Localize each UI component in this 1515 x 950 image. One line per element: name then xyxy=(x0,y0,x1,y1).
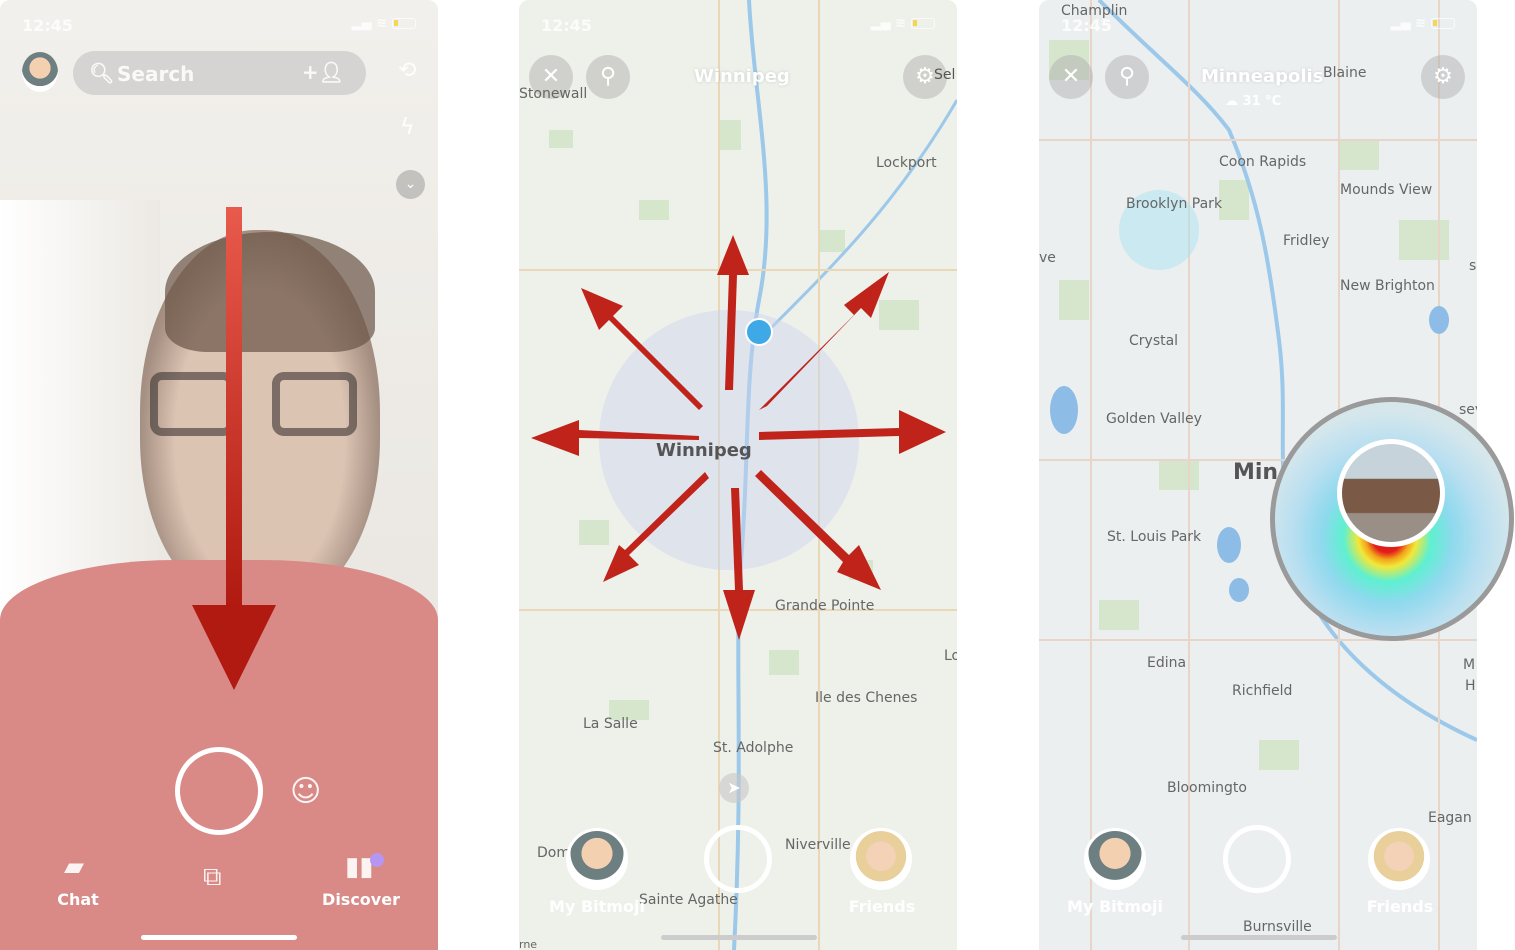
map-label-blaine: Blaine xyxy=(1323,65,1367,81)
settings-gear-icon[interactable]: ⚙ xyxy=(1421,55,1465,99)
map-label-rne: rne xyxy=(519,938,538,950)
close-button[interactable]: ✕ xyxy=(1049,55,1093,99)
map-label-sainte-agathe: Sainte Agathe xyxy=(639,892,738,908)
map-label-partial: Sel xyxy=(934,67,956,83)
status-bar: 12:45 ▂▄ ≋ xyxy=(1061,16,1455,38)
map-title: Minneapolis xyxy=(1201,66,1324,87)
map-label-h: H xyxy=(1465,678,1476,694)
search-icon[interactable]: ⚲ xyxy=(1105,55,1149,99)
my-bitmoji-button[interactable] xyxy=(1084,828,1146,890)
chat-icon[interactable]: ▰ xyxy=(64,852,84,882)
map-label-fridley: Fridley xyxy=(1283,233,1330,249)
map-label-crystal: Crystal xyxy=(1129,333,1179,349)
nav-discover[interactable]: Discover xyxy=(318,890,404,909)
map-label-golden-valley: Golden Valley xyxy=(1106,411,1202,427)
status-icons: ▂▄ ≋ xyxy=(1391,16,1455,31)
map-label-winnipeg: Winnipeg xyxy=(656,440,752,461)
map-label-lo: Lo xyxy=(944,648,957,664)
memories-icon[interactable]: ⧉ xyxy=(203,862,222,893)
friends-button[interactable] xyxy=(1368,828,1430,890)
map-label-eagan: Eagan xyxy=(1428,810,1472,826)
map-label-st-adolphe: St. Adolphe xyxy=(713,740,794,756)
map-label-coon-rapids: Coon Rapids xyxy=(1219,154,1307,170)
capture-button[interactable] xyxy=(704,825,772,893)
map-label-edina: Edina xyxy=(1147,655,1187,671)
camera-screen: 12:45 ▂▄ ≋ 🔍︎ Search +👤︎ ⟲ ϟ ⌄ ☺ ▰ Chat … xyxy=(0,0,438,950)
my-bitmoji-label[interactable]: My Bitmoji xyxy=(1063,897,1167,916)
map-label-richfield: Richfield xyxy=(1232,683,1293,699)
map-label-m: M xyxy=(1463,657,1476,673)
map-label-mounds-view: Mounds View xyxy=(1340,182,1433,198)
home-indicator xyxy=(141,935,297,940)
status-icons: ▂▄ ≋ xyxy=(871,16,935,31)
map-label-bloomington: Bloomingto xyxy=(1167,780,1247,796)
map-label-minneapolis: Min xyxy=(1233,460,1279,485)
search-icon[interactable]: ⚲ xyxy=(586,55,630,99)
lens-smiley-icon[interactable]: ☺ xyxy=(290,774,321,809)
map-label-champlin: Champlin xyxy=(1061,3,1128,19)
battery-icon xyxy=(911,18,935,29)
status-bar: 12:45 ▂▄ ≋ xyxy=(541,16,935,38)
map-label-la-salle: La Salle xyxy=(583,716,638,732)
capture-button[interactable] xyxy=(1223,825,1291,893)
map-label-ve: ve xyxy=(1039,250,1056,266)
discover-badge xyxy=(370,853,384,867)
snap-map-winnipeg[interactable]: 12:45 ▂▄ ≋ ✕ ⚲ Winnipeg ⚙ Sel Stonewall … xyxy=(519,0,957,950)
home-indicator xyxy=(1181,935,1337,940)
friends-label[interactable]: Friends xyxy=(1355,897,1445,916)
map-label-new-brighton: New Brighton xyxy=(1340,278,1435,294)
map-label-stonewall: Stonewall xyxy=(519,86,588,102)
status-time: 12:45 xyxy=(541,16,592,35)
story-thumbnail[interactable] xyxy=(1337,439,1445,547)
friend-location-pin[interactable] xyxy=(745,318,773,346)
weather: ☁ 31 °C xyxy=(1225,94,1281,109)
map-title: Winnipeg xyxy=(694,66,790,87)
cloud-icon: ☁ xyxy=(1225,94,1238,109)
friends-label[interactable]: Friends xyxy=(837,897,927,916)
nav-chat[interactable]: Chat xyxy=(50,890,106,909)
my-bitmoji-button[interactable] xyxy=(566,828,628,890)
map-label-grande-pointe: Grande Pointe xyxy=(775,598,875,614)
map-label-lockport: Lockport xyxy=(876,155,937,171)
discover-icon[interactable]: ▮▮ xyxy=(345,852,374,882)
map-label-sev: sev xyxy=(1459,402,1477,418)
map-canvas-winnipeg[interactable] xyxy=(519,0,957,950)
map-label-s: s xyxy=(1469,258,1477,274)
my-bitmoji-label[interactable]: My Bitmoji xyxy=(545,897,649,916)
map-label-niverville: Niverville xyxy=(785,837,851,853)
map-label-ile-des-chenes: Ile des Chenes xyxy=(815,690,918,706)
home-indicator xyxy=(661,935,817,940)
friends-button[interactable] xyxy=(850,828,912,890)
battery-icon xyxy=(1431,18,1455,29)
capture-button[interactable] xyxy=(175,747,263,835)
heatmap-magnifier xyxy=(1270,397,1514,641)
weather-temp: 31 °C xyxy=(1242,94,1282,109)
map-label-brooklyn-park: Brooklyn Park xyxy=(1126,196,1223,212)
map-label-st-louis-park: St. Louis Park xyxy=(1107,529,1202,545)
locate-me-icon[interactable]: ➤ xyxy=(719,773,749,803)
map-label-burnsville: Burnsville xyxy=(1243,919,1312,935)
